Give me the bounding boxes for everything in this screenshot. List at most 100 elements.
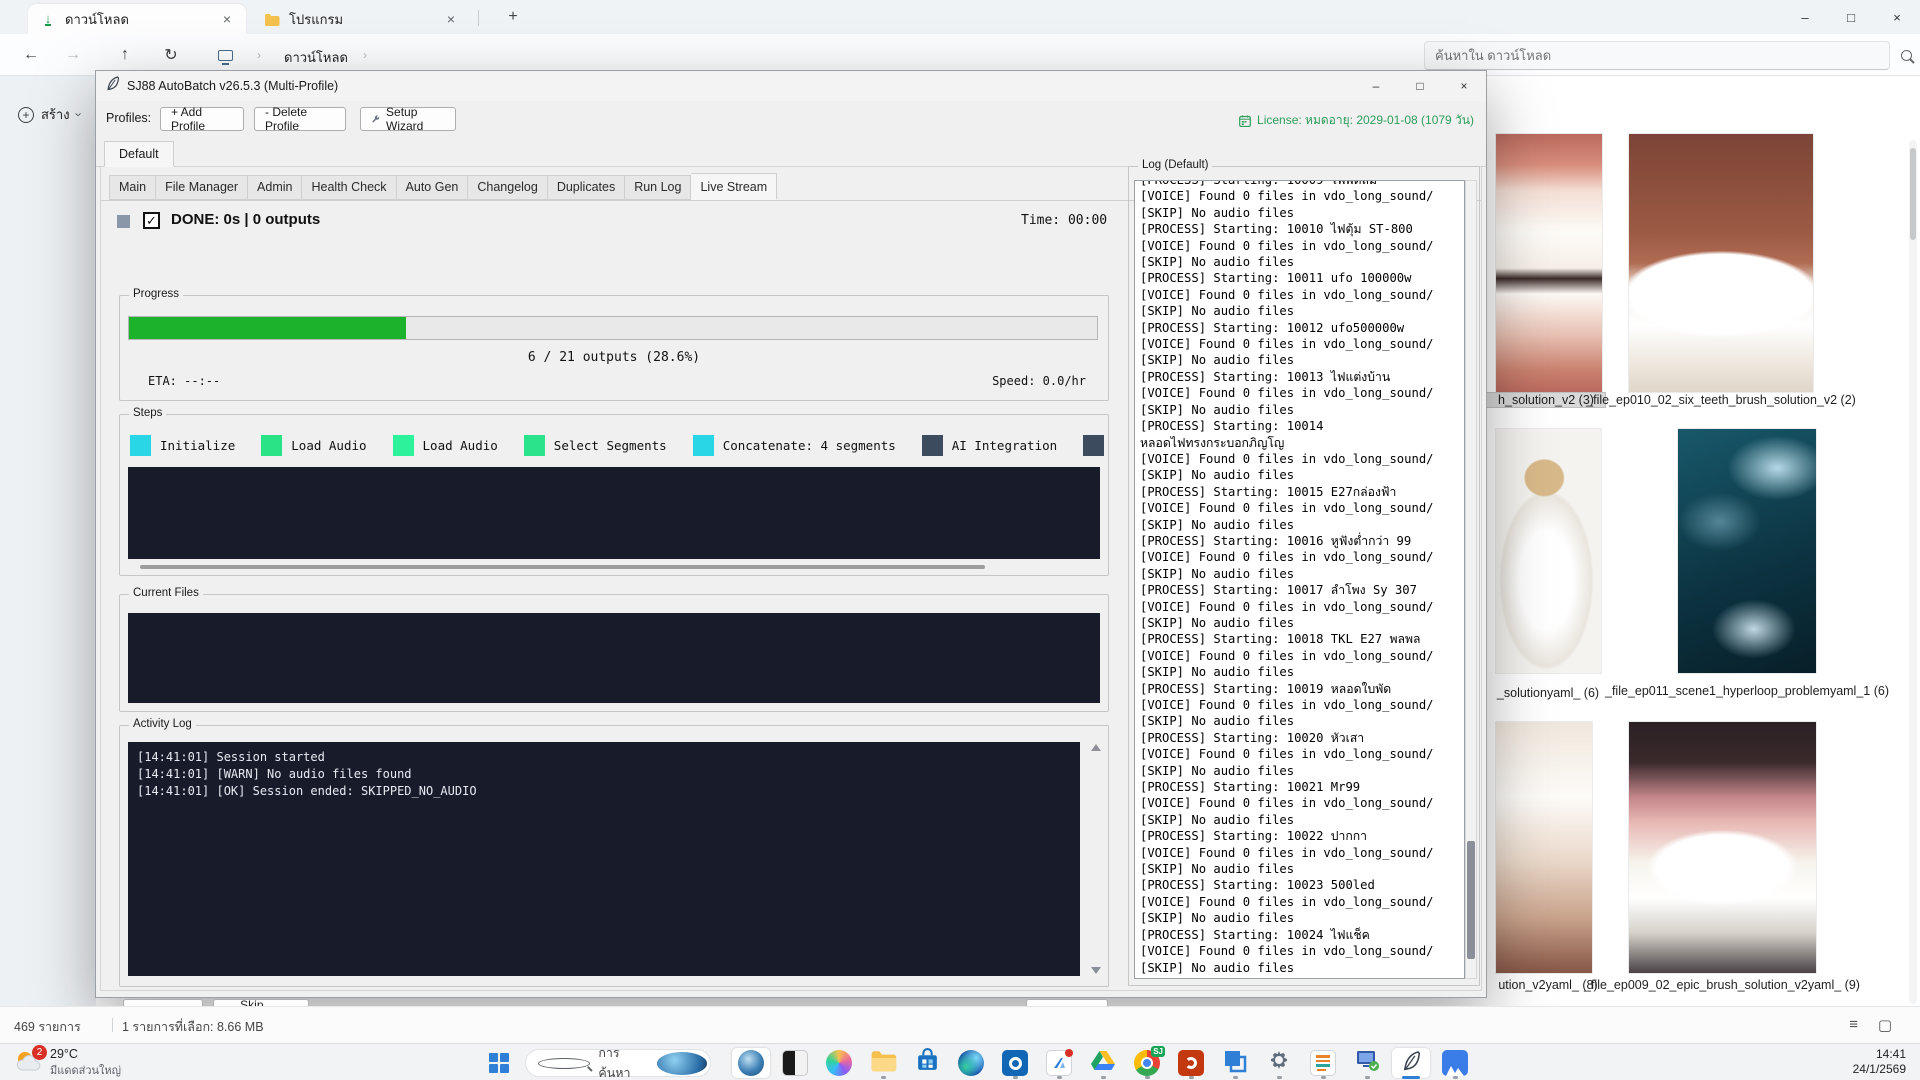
running-indicator xyxy=(1101,1076,1106,1079)
taskbar-edge[interactable] xyxy=(952,1048,990,1078)
new-tab-button[interactable]: + xyxy=(500,8,526,30)
edge-icon xyxy=(958,1050,984,1076)
maximize-button[interactable]: □ xyxy=(1398,71,1442,101)
file-thumbnail-teeth-partial[interactable] xyxy=(1496,722,1592,973)
file-label[interactable]: _file_ep011_scene1_hyperloop_problemyaml… xyxy=(1602,684,1892,698)
minimize-button[interactable]: – xyxy=(1354,71,1398,101)
log-scrollbar-thumb[interactable] xyxy=(1467,841,1475,959)
tab-file-manager[interactable]: File Manager xyxy=(156,175,248,200)
stop-indicator-icon[interactable] xyxy=(117,215,130,228)
tab-changelog[interactable]: Changelog xyxy=(468,175,547,200)
explorer-tab-programs[interactable]: โปรแกรม × xyxy=(252,4,470,34)
setup-wizard-button[interactable]: Setup Wizard xyxy=(360,107,456,131)
outlook-icon xyxy=(1002,1050,1028,1076)
tab-main[interactable]: Main xyxy=(109,175,156,200)
taskbar-frames-app[interactable] xyxy=(1216,1048,1254,1078)
autobatch-window: SJ88 AutoBatch v26.5.3 (Multi-Profile) –… xyxy=(95,70,1487,998)
done-checkbox[interactable]: ✓ xyxy=(143,212,160,229)
file-thumbnail-teeth-closeup[interactable] xyxy=(1496,134,1602,392)
taskbar-chrome[interactable]: SJ xyxy=(1128,1048,1166,1078)
close-button[interactable]: × xyxy=(1874,0,1920,34)
new-button[interactable]: + สร้าง › xyxy=(18,104,81,125)
close-button[interactable]: × xyxy=(1442,71,1486,101)
this-pc-icon[interactable] xyxy=(212,43,238,67)
tab-admin[interactable]: Admin xyxy=(248,175,302,200)
taskbar-remote-pc[interactable] xyxy=(1348,1048,1386,1078)
taskbar-app-photo[interactable] xyxy=(732,1048,770,1078)
log-console[interactable]: [PROCESS] Starting: 10009 ไฟพัดลม [VOICE… xyxy=(1134,180,1465,979)
taskbar-clock[interactable]: 14:41 24/1/2569 xyxy=(1853,1047,1906,1077)
taskbar-search[interactable]: การค้นหา xyxy=(525,1049,711,1077)
tab-auto-gen[interactable]: Auto Gen xyxy=(397,175,469,200)
file-thumbnail-teeth-macro[interactable] xyxy=(1629,722,1816,973)
taskbar-copilot[interactable] xyxy=(820,1048,858,1078)
scroll-down-icon[interactable] xyxy=(1091,967,1101,974)
notebook-tabs: Main File Manager Admin Health Check Aut… xyxy=(109,173,777,200)
steps-horizontal-scrollbar[interactable] xyxy=(140,565,985,569)
taskbar-docs-pin-app[interactable] xyxy=(1040,1048,1078,1078)
pin-badge xyxy=(1065,1049,1073,1057)
file-thumbnail-xray-teeth[interactable] xyxy=(1678,429,1816,673)
log-scrollbar[interactable] xyxy=(1465,180,1477,979)
refresh-icon[interactable]: ↻ xyxy=(158,43,184,67)
tab-close-icon[interactable]: × xyxy=(442,11,460,27)
profile-tab-default[interactable]: Default xyxy=(104,141,174,167)
tab-live-stream[interactable]: Live Stream xyxy=(691,173,777,200)
activity-log-scrollbar[interactable] xyxy=(1089,744,1102,974)
breadcrumb[interactable]: ดาวน์โหลด xyxy=(284,47,348,68)
add-profile-button[interactable]: + Add Profile xyxy=(160,107,244,131)
explorer-tab-downloads[interactable]: ↓ ดาวน์โหลด × xyxy=(28,4,246,34)
activity-log-console[interactable]: [14:41:01] Session started [14:41:01] [W… xyxy=(128,742,1080,976)
taskbar-settings[interactable] xyxy=(1260,1048,1298,1078)
taskbar-powerpoint[interactable] xyxy=(1172,1048,1210,1078)
details-view-icon[interactable]: ▢ xyxy=(1878,1016,1892,1034)
taskbar-notes-app[interactable] xyxy=(1304,1048,1342,1078)
start-button[interactable] xyxy=(480,1048,518,1078)
tab-health-check[interactable]: Health Check xyxy=(302,175,396,200)
explorer-search[interactable] xyxy=(1424,41,1890,70)
taskbar-app-contrast[interactable] xyxy=(776,1048,814,1078)
tab-run-log[interactable]: Run Log xyxy=(625,175,691,200)
step-color-swatch xyxy=(524,435,545,456)
minimize-button[interactable]: – xyxy=(1782,0,1828,34)
autobatch-titlebar[interactable]: SJ88 AutoBatch v26.5.3 (Multi-Profile) –… xyxy=(96,71,1486,101)
file-pane-scrollbar[interactable] xyxy=(1909,140,1917,1004)
delete-profile-button[interactable]: - Delete Profile xyxy=(254,107,346,131)
search-icon xyxy=(538,1058,590,1069)
file-label[interactable]: _solutionyaml_ (6) xyxy=(1478,686,1618,700)
steps-legend: Initialize Load Audio Load Audio Select … xyxy=(130,431,1106,459)
taskbar-file-explorer[interactable] xyxy=(864,1048,902,1078)
file-label[interactable]: _file_ep010_02_six_teeth_brush_solution_… xyxy=(1571,393,1871,407)
taskbar-m-app[interactable] xyxy=(1436,1048,1474,1078)
speed-label: Speed: 0.0/hr xyxy=(992,374,1086,388)
tab-separator xyxy=(478,10,479,26)
current-files-group: Current Files xyxy=(119,594,1109,712)
weather-widget[interactable]: 2 29°C มีแดดส่วนใหญ่ xyxy=(14,1047,121,1079)
step-color-swatch xyxy=(261,435,282,456)
taskbar-google-drive[interactable] xyxy=(1084,1048,1122,1078)
file-label[interactable]: _file_ep009_02_epic_brush_solution_v2yam… xyxy=(1572,978,1872,992)
weather-icon: 2 xyxy=(14,1048,42,1079)
done-label: DONE: 0s | 0 outputs xyxy=(171,211,320,228)
explorer-tab-label: ดาวน์โหลด xyxy=(65,9,129,30)
scroll-up-icon[interactable] xyxy=(1091,744,1101,751)
taskbar-autobatch[interactable] xyxy=(1392,1048,1430,1078)
list-view-icon[interactable]: ≡ xyxy=(1849,1016,1858,1033)
clock-date: 24/1/2569 xyxy=(1853,1062,1906,1077)
maximize-button[interactable]: □ xyxy=(1828,0,1874,34)
explorer-search-input[interactable] xyxy=(1435,48,1879,63)
google-drive-icon xyxy=(1091,1050,1115,1076)
window-title: SJ88 AutoBatch v26.5.3 (Multi-Profile) xyxy=(127,79,338,93)
search-highlight-image[interactable] xyxy=(657,1052,707,1075)
taskbar-store[interactable] xyxy=(908,1048,946,1078)
running-indicator xyxy=(1453,1076,1458,1079)
forward-icon[interactable]: → xyxy=(60,43,86,67)
file-thumbnail-six-teeth[interactable] xyxy=(1629,134,1813,392)
tab-duplicates[interactable]: Duplicates xyxy=(548,175,625,200)
back-icon[interactable]: ← xyxy=(18,43,44,67)
taskbar-outlook[interactable] xyxy=(996,1048,1034,1078)
file-thumbnail-tooth-figure[interactable] xyxy=(1496,429,1601,673)
up-icon[interactable]: ↑ xyxy=(112,43,138,67)
running-indicator xyxy=(1277,1076,1282,1079)
tab-close-icon[interactable]: × xyxy=(218,11,236,27)
